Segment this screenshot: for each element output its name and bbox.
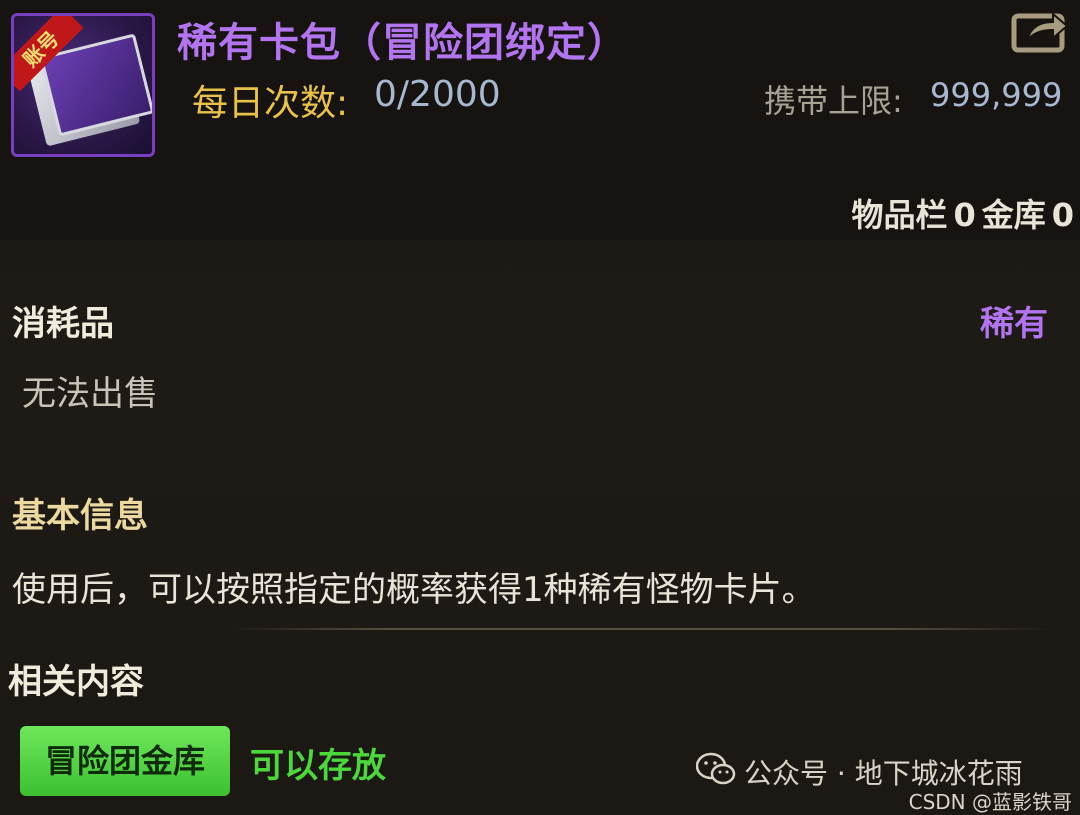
carry-limit-label: 携带上限: [764,82,903,120]
item-category: 消耗品 [12,304,114,344]
basic-info-title: 基本信息 [12,496,148,536]
daily-count-label: 每日次数: [192,83,349,124]
vault-label: 金库 [981,196,1046,234]
section-divider [230,628,1050,630]
storage-counts: 物品栏 0 金库 0 [845,190,1074,236]
item-name: 稀有卡包（冒险团绑定） [177,20,628,66]
wechat-icon [696,752,736,785]
csdn-watermark: CSDN @蓝影铁哥 [908,790,1072,814]
storable-text: 可以存放 [250,746,386,786]
inventory-count: 0 [953,196,976,234]
adventure-vault-button[interactable]: 冒险团金库 [20,726,230,796]
unsellable-text: 无法出售 [22,374,158,414]
vault-count: 0 [1051,196,1074,234]
inventory-label: 物品栏 [851,196,948,234]
item-rarity: 稀有 [980,304,1048,344]
related-content-title: 相关内容 [8,662,144,702]
rare-card-pack-icon: 账号 [11,13,155,157]
item-description: 使用后，可以按照指定的概率获得1种稀有怪物卡片。 [12,570,816,610]
daily-count-value: 0/2000 [374,74,501,115]
share-icon[interactable] [1011,8,1069,54]
item-tooltip: 账号 稀有卡包（冒险团绑定） 每日次数: 0/2000 携带上限: 999,99… [0,0,1080,814]
carry-limit-value: 999,999 [930,76,1063,114]
